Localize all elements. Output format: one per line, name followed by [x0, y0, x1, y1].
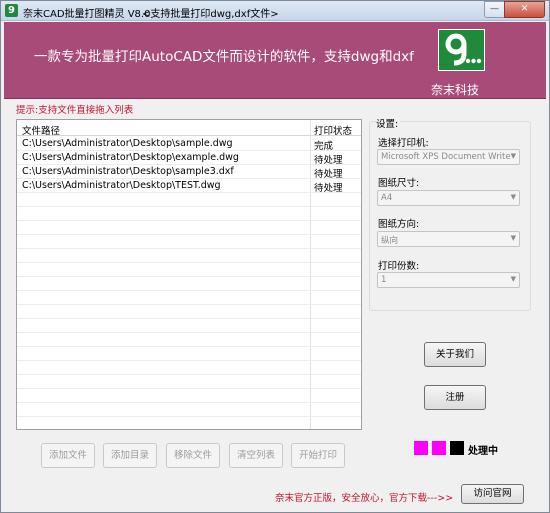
file-path: C:\Users\Administrator\Desktop\TEST.dwg: [22, 180, 221, 191]
file-row[interactable]: C:\Users\Administrator\Desktop\sample3.d…: [17, 165, 361, 180]
empty-row: [17, 305, 361, 319]
status-indicator-square: [414, 441, 428, 455]
add-directory-button[interactable]: 添加目录: [103, 443, 157, 468]
status-indicator-square: [450, 441, 464, 455]
empty-row: [17, 263, 361, 277]
printer-label: 选择打印机:: [378, 138, 429, 149]
drag-hint: 提示:支持文件直接拖入列表: [16, 105, 134, 116]
column-header-status[interactable]: 打印状态: [314, 123, 352, 137]
empty-row: [17, 333, 361, 347]
header-banner: 一款专为批量打印AutoCAD文件而设计的软件，支持dwg和dxf 奈末科技: [4, 22, 546, 99]
empty-row: [17, 403, 361, 417]
chevron-down-icon: ▼: [510, 234, 516, 242]
empty-row: [17, 347, 361, 361]
title-bar: 9 奈末CAD批量打图精灵 V8.0 <支持批量打印dwg,dxf文件> — ✕: [1, 1, 549, 21]
remove-file-button[interactable]: 移除文件: [166, 443, 220, 468]
add-file-button[interactable]: 添加文件: [41, 443, 95, 468]
empty-row: [17, 389, 361, 403]
file-row[interactable]: C:\Users\Administrator\Desktop\example.d…: [17, 151, 361, 166]
file-list[interactable]: 文件路径 打印状态 C:\Users\Administrator\Desktop…: [16, 119, 362, 430]
empty-row: [17, 193, 361, 207]
close-button[interactable]: ✕: [504, 1, 545, 18]
empty-row: [17, 291, 361, 305]
file-status: 待处理: [314, 169, 343, 180]
register-button[interactable]: 注册: [424, 385, 486, 410]
copies-value: 1: [381, 275, 387, 285]
settings-title: 设置:: [376, 116, 401, 130]
empty-row: [17, 221, 361, 235]
orientation-value: 纵向: [381, 236, 399, 246]
orientation-label: 图纸方向:: [378, 219, 420, 230]
chevron-down-icon: ▼: [510, 193, 516, 201]
empty-row: [17, 277, 361, 291]
orientation-select[interactable]: 纵向 ▼: [377, 231, 520, 247]
clear-list-button[interactable]: 清空列表: [229, 443, 283, 468]
window-title: 奈末CAD批量打图精灵 V8.0: [23, 9, 151, 20]
copies-label: 打印份数:: [378, 261, 420, 272]
logo-icon: [438, 29, 485, 71]
about-us-button[interactable]: 关于我们: [424, 342, 486, 367]
copies-select[interactable]: 1 ▼: [377, 272, 520, 288]
empty-row: [17, 207, 361, 221]
status-indicator-square: [432, 441, 446, 455]
paper-size-value: A4: [381, 193, 393, 203]
file-path: C:\Users\Administrator\Desktop\sample3.d…: [22, 166, 234, 177]
file-status: 完成: [314, 141, 334, 152]
empty-row: [17, 375, 361, 389]
banner-slogan: 一款专为批量打印AutoCAD文件而设计的软件，支持dwg和dxf: [34, 49, 414, 65]
empty-row: [17, 319, 361, 333]
file-row[interactable]: C:\Users\Administrator\Desktop\sample.dw…: [17, 137, 361, 152]
file-status: 待处理: [314, 183, 343, 194]
logo-text: 奈末科技: [431, 83, 480, 97]
file-path: C:\Users\Administrator\Desktop\sample.dw…: [22, 138, 233, 149]
chevron-down-icon: ▼: [510, 152, 516, 160]
footer-promo: 奈末官方正版，安全放心，官方下载--->>: [275, 493, 454, 504]
empty-row: [17, 235, 361, 249]
file-status: 待处理: [314, 155, 343, 166]
status-text: 处理中: [468, 446, 498, 457]
paper-size-select[interactable]: A4 ▼: [377, 190, 520, 206]
empty-row: [17, 361, 361, 375]
paper-size-label: 图纸尺寸:: [378, 178, 420, 189]
app-icon: 9: [5, 4, 18, 17]
file-path: C:\Users\Administrator\Desktop\example.d…: [22, 152, 239, 163]
column-header-path[interactable]: 文件路径: [22, 123, 60, 137]
empty-row: [17, 249, 361, 263]
printer-select[interactable]: Microsoft XPS Document Write ▼: [377, 149, 520, 165]
chevron-down-icon: ▼: [510, 275, 516, 283]
visit-website-button[interactable]: 访问官网: [461, 484, 524, 504]
printer-value: Microsoft XPS Document Write: [381, 152, 511, 162]
start-print-button[interactable]: 开始打印: [291, 443, 345, 468]
app-window: 9 奈末CAD批量打图精灵 V8.0 <支持批量打印dwg,dxf文件> — ✕…: [0, 0, 550, 513]
window-subtitle: <支持批量打印dwg,dxf文件>: [142, 9, 279, 20]
minimize-button[interactable]: —: [484, 1, 505, 18]
file-row[interactable]: C:\Users\Administrator\Desktop\TEST.dwg …: [17, 179, 361, 194]
